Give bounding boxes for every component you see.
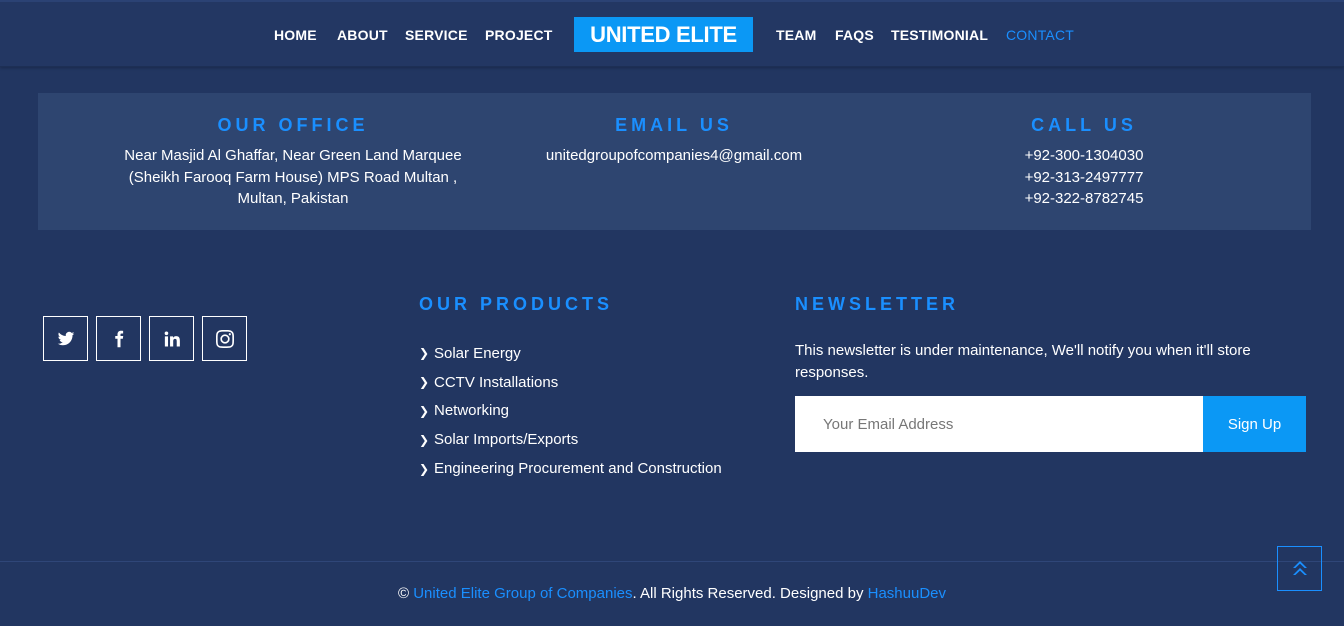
- chevron-right-icon: ❯: [419, 461, 430, 476]
- call-column: CALL US +92-300-1304030 +92-313-2497777 …: [934, 93, 1234, 210]
- linkedin-icon: [164, 331, 180, 346]
- twitter-icon: [57, 331, 74, 345]
- top-navbar: HOME ABOUT SERVICE PROJECT UNITED ELITE …: [0, 0, 1344, 67]
- newsletter-form: Sign Up: [795, 396, 1306, 452]
- product-item[interactable]: ❯ Solar Energy: [419, 339, 779, 368]
- nav-faqs[interactable]: FAQS: [835, 27, 874, 43]
- product-item[interactable]: ❯ Solar Imports/Exports: [419, 425, 779, 454]
- email-input[interactable]: [795, 396, 1203, 452]
- chevron-right-icon: ❯: [419, 346, 430, 361]
- office-address-line-1: Near Masjid Al Ghaffar, Near Green Land …: [124, 147, 462, 164]
- footer-divider: [0, 561, 1344, 562]
- facebook-icon: [114, 330, 123, 347]
- office-address-line-2: (Sheikh Farooq Farm House) MPS Road Mult…: [128, 168, 458, 186]
- office-address-line-3: Multan, Pakistan: [237, 190, 349, 207]
- products-section: OUR PRODUCTS ❯ Solar Energy ❯ CCTV Install…: [419, 294, 779, 483]
- instagram-icon: [215, 329, 234, 348]
- nav-about[interactable]: ABOUT: [337, 27, 388, 43]
- rights-text: . All Rights Reserved. Designed by: [632, 585, 864, 602]
- office-title: OUR OFFICE: [217, 115, 369, 135]
- email-column: EMAIL US unitedgroupofcompanies4@gmail.c…: [474, 93, 874, 167]
- copyright-symbol: ©: [397, 585, 410, 602]
- products-title: OUR PRODUCTS: [419, 294, 614, 314]
- product-label: Engineering Procurement and Construction: [434, 460, 722, 478]
- nav-contact[interactable]: CONTACT: [1006, 27, 1074, 43]
- newsletter-section: NEWSLETTER This newsletter is under main…: [795, 294, 1310, 452]
- product-label: Solar Energy: [434, 344, 521, 362]
- chevron-right-icon: ❯: [419, 375, 430, 390]
- copyright-text: © United Elite Group of Companies. All R…: [0, 585, 1344, 602]
- chevron-right-icon: ❯: [419, 403, 430, 418]
- phone-3[interactable]: +92-322-8782745: [1025, 190, 1144, 207]
- nav-service[interactable]: SERVICE: [405, 27, 468, 43]
- brand-logo[interactable]: UNITED ELITE: [574, 17, 753, 52]
- back-to-top-button[interactable]: [1277, 546, 1322, 591]
- product-item[interactable]: ❯ Networking: [419, 397, 779, 426]
- chevron-right-icon: ❯: [419, 432, 430, 447]
- office-address: Near Masjid Al Ghaffar, Near Green Land …: [68, 145, 518, 210]
- phone-2[interactable]: +92-313-2497777: [1025, 169, 1144, 186]
- email-title: EMAIL US: [615, 115, 733, 135]
- social-links: [43, 316, 247, 361]
- product-item[interactable]: ❯ Engineering Procurement and Constructio…: [419, 454, 779, 483]
- double-chevron-up-icon: [1292, 560, 1307, 575]
- facebook-button[interactable]: [96, 316, 141, 361]
- company-link[interactable]: United Elite Group of Companies: [413, 585, 632, 602]
- sign-up-button[interactable]: Sign Up: [1203, 396, 1306, 452]
- nav-team[interactable]: TEAM: [776, 27, 816, 43]
- nav-project[interactable]: PROJECT: [485, 27, 553, 43]
- product-label: Networking: [434, 402, 510, 420]
- phone-1[interactable]: +92-300-1304030: [1025, 147, 1144, 164]
- nav-testimonial[interactable]: TESTIMONIAL: [891, 27, 988, 43]
- nav-home[interactable]: HOME: [274, 27, 317, 43]
- product-label: Solar Imports/Exports: [434, 431, 579, 449]
- twitter-button[interactable]: [43, 316, 88, 361]
- contact-info-band: OUR OFFICE Near Masjid Al Ghaffar, Near …: [38, 93, 1311, 230]
- office-column: OUR OFFICE Near Masjid Al Ghaffar, Near …: [68, 93, 518, 210]
- product-label: CCTV Installations: [434, 373, 559, 391]
- newsletter-title: NEWSLETTER: [795, 294, 959, 314]
- designer-link[interactable]: HashuuDev: [868, 585, 946, 602]
- products-list: ❯ Solar Energy ❯ CCTV Installations ❯ Netwo…: [419, 339, 779, 483]
- linkedin-button[interactable]: [149, 316, 194, 361]
- newsletter-description: This newsletter is under maintenance, We…: [795, 342, 1251, 381]
- email-address[interactable]: unitedgroupofcompanies4@gmail.com: [546, 147, 802, 164]
- call-title: CALL US: [1031, 115, 1137, 135]
- instagram-button[interactable]: [202, 316, 247, 361]
- product-item[interactable]: ❯ CCTV Installations: [419, 368, 779, 397]
